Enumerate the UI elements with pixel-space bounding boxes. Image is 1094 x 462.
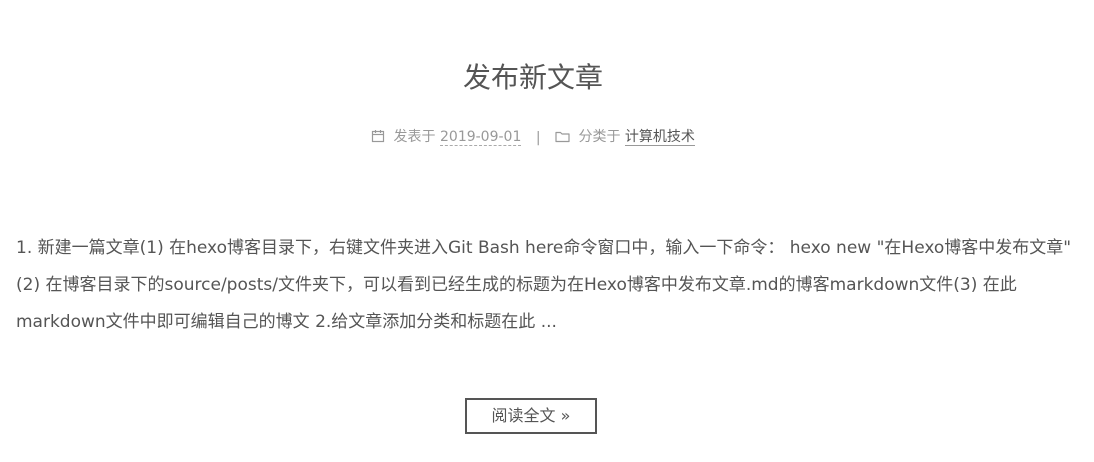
category-link[interactable]: 计算机技术 <box>624 129 695 146</box>
post-block: 发布新文章 发表于 2019-09-01 | 分类于 计算机技术 1. 新建一篇… <box>0 0 1094 462</box>
post-title[interactable]: 发布新文章 <box>0 58 1066 98</box>
posted-label: 发表于 <box>393 129 436 145</box>
calendar-icon <box>371 129 385 149</box>
post-excerpt: 1. 新建一篇文章(1) 在hexo博客目录下，右键文件夹进入Git Bash … <box>16 238 1072 332</box>
post-date: 发表于 2019-09-01 <box>371 127 522 149</box>
post-date-value: 2019-09-01 <box>440 129 522 146</box>
folder-icon <box>555 129 570 149</box>
category-label: 分类于 <box>578 129 621 145</box>
read-more-button[interactable]: 阅读全文 » <box>465 398 597 434</box>
post-meta: 发表于 2019-09-01 | 分类于 计算机技术 <box>0 127 1066 149</box>
post-category: 分类于 计算机技术 <box>555 127 695 149</box>
meta-divider: | <box>535 130 541 146</box>
